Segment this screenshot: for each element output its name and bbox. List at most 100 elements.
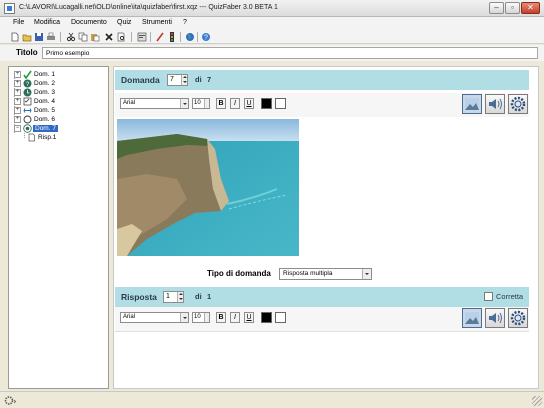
question-type-select[interactable]: Risposta multipla xyxy=(279,268,372,280)
toolbar: ? xyxy=(0,30,544,44)
window-title: C:\LAVORI\Lucagalli.net\OLD\online\ita\q… xyxy=(19,4,278,11)
insert-image-button[interactable] xyxy=(462,94,482,114)
question-editor[interactable] xyxy=(115,118,529,260)
speaker-icon xyxy=(489,312,502,324)
font-select[interactable]: Arial xyxy=(120,312,189,323)
underline-button[interactable]: U xyxy=(244,98,254,109)
app-icon xyxy=(4,3,15,14)
delete-icon[interactable] xyxy=(104,32,114,42)
titolo-label: Titolo xyxy=(16,48,38,57)
tipo-label: Tipo di domanda xyxy=(207,269,271,278)
help-icon[interactable]: ? xyxy=(201,32,211,42)
tree-line xyxy=(24,133,25,138)
background-color-swatch[interactable] xyxy=(275,312,286,323)
expand-icon[interactable]: + xyxy=(14,116,21,123)
text-color-swatch[interactable] xyxy=(261,312,272,323)
spinner-arrows-icon[interactable] xyxy=(177,292,183,302)
expand-icon[interactable]: + xyxy=(14,107,21,114)
font-size-select[interactable]: 10 xyxy=(192,312,210,323)
new-file-icon[interactable] xyxy=(10,32,20,42)
expand-icon[interactable]: + xyxy=(14,80,21,87)
text-color-swatch[interactable] xyxy=(261,98,272,109)
question-icon: ? xyxy=(23,79,32,88)
expand-icon[interactable]: + xyxy=(14,98,21,105)
paste-icon[interactable] xyxy=(90,32,100,42)
document-icon xyxy=(28,133,35,142)
menu-file[interactable]: File xyxy=(13,19,24,26)
title-bar: C:\LAVORI\Lucagalli.net\OLD\online\ita\q… xyxy=(0,0,544,17)
collapse-icon[interactable]: − xyxy=(14,125,21,132)
menu-bar: File Modifica Documento Quiz Strumenti ? xyxy=(0,17,544,30)
font-select[interactable]: Arial xyxy=(120,98,189,109)
speaker-icon xyxy=(489,98,502,110)
answer-format-bar: Arial 10 B I U xyxy=(115,307,529,331)
menu-modifica[interactable]: Modifica xyxy=(34,19,60,26)
domanda-header: Domanda 7 di 7 xyxy=(115,70,529,90)
clock-icon xyxy=(23,88,32,97)
globe-icon[interactable] xyxy=(185,32,195,42)
menu-quiz[interactable]: Quiz xyxy=(117,19,131,26)
gear-icon xyxy=(510,96,526,112)
spinner-arrows-icon[interactable] xyxy=(204,313,209,322)
expand-icon[interactable]: + xyxy=(14,89,21,96)
italic-button[interactable]: I xyxy=(230,312,240,323)
risposta-total: 1 xyxy=(207,292,212,301)
risposta-header: Risposta 1 di 1 xyxy=(115,287,529,307)
risposta-label: Risposta xyxy=(121,292,157,302)
menu-strumenti[interactable]: Strumenti xyxy=(142,19,172,26)
open-folder-icon[interactable] xyxy=(22,32,32,42)
question-tree[interactable]: + Dom. 1 + ? Dom. 2 + Dom. 3 + Dom. 4 + … xyxy=(8,66,109,389)
preview-icon[interactable] xyxy=(116,32,126,42)
menu-help[interactable]: ? xyxy=(183,19,187,26)
insert-sound-button[interactable] xyxy=(485,308,505,328)
properties-icon[interactable] xyxy=(137,32,147,42)
spinner-arrows-icon[interactable] xyxy=(204,99,209,108)
gear-icon xyxy=(510,310,526,326)
underline-button[interactable]: U xyxy=(244,312,254,323)
bold-button[interactable]: B xyxy=(216,98,226,109)
background-color-swatch[interactable] xyxy=(275,98,286,109)
save-icon[interactable] xyxy=(34,32,44,42)
bold-button[interactable]: B xyxy=(216,312,226,323)
copy-icon[interactable] xyxy=(78,32,88,42)
traffic-light-icon[interactable] xyxy=(167,32,177,42)
resize-grip[interactable] xyxy=(532,396,542,406)
menu-documento[interactable]: Documento xyxy=(71,19,107,26)
font-size-select[interactable]: 10 xyxy=(192,98,210,109)
answer-editor[interactable] xyxy=(115,331,529,388)
checklist-icon xyxy=(23,97,32,106)
radio-icon xyxy=(23,124,32,133)
titolo-input[interactable]: Primo esempio xyxy=(42,47,538,59)
domanda-number-stepper[interactable]: 7 xyxy=(167,74,188,86)
status-bar xyxy=(0,391,544,408)
italic-button[interactable]: I xyxy=(230,98,240,109)
arrows-icon xyxy=(23,108,32,113)
settings-button[interactable] xyxy=(508,94,528,114)
risposta-number-stepper[interactable]: 1 xyxy=(163,291,184,303)
insert-sound-button[interactable] xyxy=(485,94,505,114)
gear-icon[interactable] xyxy=(4,395,16,406)
image-icon xyxy=(465,98,479,110)
checkbox[interactable] xyxy=(484,292,493,301)
maximize-button[interactable]: ▫ xyxy=(505,2,520,14)
chevron-down-icon[interactable] xyxy=(180,313,188,322)
question-format-bar: Arial 10 B I U xyxy=(115,93,529,117)
image-icon xyxy=(465,312,479,324)
spinner-arrows-icon[interactable] xyxy=(181,75,187,85)
settings-button[interactable] xyxy=(508,308,528,328)
toolbar-separator xyxy=(197,32,198,42)
print-icon[interactable] xyxy=(46,32,56,42)
expand-icon[interactable]: + xyxy=(14,71,21,78)
cut-icon[interactable] xyxy=(66,32,76,42)
insert-image-button[interactable] xyxy=(462,308,482,328)
domanda-label: Domanda xyxy=(121,75,160,85)
risposta-di-label: di xyxy=(195,292,202,301)
minimize-button[interactable]: – xyxy=(489,2,504,14)
chevron-down-icon[interactable] xyxy=(180,99,188,108)
toolbar-separator xyxy=(150,32,151,42)
pen-icon[interactable] xyxy=(155,32,165,42)
toolbar-separator xyxy=(131,32,132,42)
domanda-di-label: di xyxy=(195,75,202,84)
close-button[interactable]: ✕ xyxy=(521,2,540,14)
chevron-down-icon[interactable] xyxy=(362,269,371,279)
